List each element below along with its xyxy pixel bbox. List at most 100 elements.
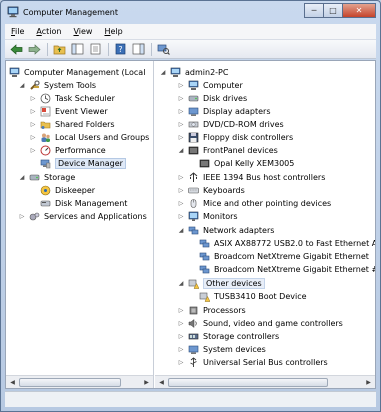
title-bar[interactable]: Computer Management ─ □ ✕ bbox=[1, 1, 380, 23]
tree-item-diskeeper[interactable]: Diskeeper bbox=[40, 184, 95, 197]
device-category-sound-video[interactable]: ▷ Sound, video and game controllers bbox=[177, 317, 343, 330]
device-category-network-adapters[interactable]: ◢ Network adapters bbox=[177, 224, 275, 237]
scroll-right-arrow[interactable]: ▶ bbox=[140, 376, 153, 389]
device-category-storage-controllers[interactable]: ▷ Storage controllers bbox=[177, 330, 280, 343]
expand-icon[interactable]: ▷ bbox=[18, 213, 26, 221]
tree-item-local-users[interactable]: ▷ Local Users and Groups bbox=[29, 131, 149, 144]
device-category-processors[interactable]: ▷ Processors bbox=[177, 304, 246, 317]
device-category-ieee1394[interactable]: ▷ IEEE 1394 Bus host controllers bbox=[177, 171, 325, 184]
help-button[interactable]: ? bbox=[113, 42, 128, 57]
device-category-other-devices[interactable]: ◢ Other devices bbox=[177, 277, 265, 290]
device-category-disk-drives[interactable]: ▷ Disk drives bbox=[177, 92, 247, 105]
properties-button[interactable] bbox=[88, 42, 103, 57]
expand-icon[interactable]: ▷ bbox=[29, 95, 37, 103]
show-action-pane-button[interactable] bbox=[131, 42, 146, 57]
expand-icon[interactable]: ▷ bbox=[177, 187, 185, 195]
tree-item-shared-folders[interactable]: ▷ Shared Folders bbox=[29, 118, 115, 131]
device-broadcom-ethernet[interactable]: Broadcom NetXtreme Gigabit Ethernet bbox=[199, 250, 369, 263]
expand-icon[interactable]: ▷ bbox=[29, 134, 37, 142]
scroll-thumb[interactable] bbox=[168, 377, 328, 387]
device-manager-icon bbox=[40, 159, 51, 169]
device-tusb3410[interactable]: TUSB3410 Boot Device bbox=[199, 290, 307, 303]
device-category-monitors[interactable]: ▷ Monitors bbox=[177, 210, 238, 223]
show-hide-tree-button[interactable] bbox=[70, 42, 85, 57]
expand-icon[interactable]: ▷ bbox=[29, 121, 37, 129]
device-asix-usb-ethernet[interactable]: ASIX AX88772 USB2.0 to Fast Ethernet Ad bbox=[199, 237, 375, 250]
tree-label: Device Manager bbox=[55, 158, 126, 169]
tree-label: Broadcom NetXtreme Gigabit Ethernet bbox=[214, 252, 369, 261]
collapse-icon[interactable]: ◢ bbox=[18, 174, 26, 182]
right-horizontal-scrollbar[interactable]: ◀ ▶ bbox=[155, 375, 375, 388]
device-category-usb[interactable]: ▷ Universal Serial Bus controllers bbox=[177, 356, 328, 369]
close-button[interactable]: ✕ bbox=[342, 3, 376, 18]
sound-icon bbox=[188, 318, 197, 329]
expand-icon[interactable]: ▷ bbox=[177, 95, 185, 103]
device-category-system-devices[interactable]: ▷ System devices bbox=[177, 343, 266, 356]
disk-drive-icon bbox=[188, 95, 199, 102]
expand-icon[interactable]: ▷ bbox=[177, 82, 185, 90]
tree-item-device-manager[interactable]: Device Manager bbox=[40, 157, 126, 170]
scroll-left-arrow[interactable]: ◀ bbox=[155, 376, 168, 389]
back-button[interactable] bbox=[9, 42, 24, 57]
menu-action[interactable]: Action bbox=[30, 27, 67, 36]
console-tree-icon bbox=[71, 43, 84, 55]
tree-item-performance[interactable]: ▷ Performance bbox=[29, 144, 106, 157]
expand-icon[interactable]: ▷ bbox=[177, 174, 185, 182]
collapse-icon[interactable]: ◢ bbox=[177, 147, 185, 155]
expand-icon[interactable]: ▷ bbox=[177, 200, 185, 208]
minimize-button[interactable]: ─ bbox=[304, 3, 324, 18]
up-folder-button[interactable] bbox=[52, 42, 67, 57]
tree-label: Universal Serial Bus controllers bbox=[203, 358, 328, 367]
expand-icon[interactable]: ▷ bbox=[177, 346, 185, 354]
collapse-icon[interactable]: ◢ bbox=[18, 82, 26, 90]
device-category-display-adapters[interactable]: ▷ Display adapters bbox=[177, 105, 271, 118]
scroll-right-arrow[interactable]: ▶ bbox=[362, 376, 375, 389]
collapse-icon[interactable]: ◢ bbox=[177, 227, 185, 235]
expand-icon[interactable]: ▷ bbox=[177, 359, 185, 367]
device-opal-kelly[interactable]: Opal Kelly XEM3005 bbox=[199, 157, 294, 170]
menu-file[interactable]: File bbox=[5, 27, 30, 36]
device-category-keyboards[interactable]: ▷ Keyboards bbox=[177, 184, 245, 197]
device-category-floppy[interactable]: ▷ Floppy disk controllers bbox=[177, 131, 293, 144]
expand-icon[interactable]: ▷ bbox=[177, 213, 185, 221]
scroll-thumb[interactable] bbox=[19, 377, 121, 387]
tree-item-task-scheduler[interactable]: ▷ Task Scheduler bbox=[29, 92, 115, 105]
tree-item-system-tools[interactable]: ◢ System Tools bbox=[18, 79, 96, 92]
forward-arrow-icon bbox=[28, 43, 41, 55]
tree-item-computer-management[interactable]: Computer Management (Local bbox=[9, 66, 145, 79]
expand-icon[interactable]: ▷ bbox=[177, 134, 185, 142]
device-category-dvd-cdrom[interactable]: ▷ DVD/CD-ROM drives bbox=[177, 118, 284, 131]
device-tree-root[interactable]: ◢ admin2-PC bbox=[159, 66, 228, 79]
expand-icon[interactable]: ▷ bbox=[29, 108, 37, 116]
scan-hardware-button[interactable] bbox=[156, 42, 171, 57]
collapse-icon[interactable]: ◢ bbox=[177, 280, 185, 288]
tree-label: ASIX AX88772 USB2.0 to Fast Ethernet Ad bbox=[214, 239, 375, 248]
tree-item-storage[interactable]: ◢ Storage bbox=[18, 171, 76, 184]
toolbar-separator bbox=[108, 42, 109, 56]
device-broadcom-ethernet-2[interactable]: Broadcom NetXtreme Gigabit Ethernet #2 bbox=[199, 263, 375, 276]
menu-view[interactable]: View bbox=[67, 27, 98, 36]
tree-label: Monitors bbox=[203, 212, 238, 221]
device-category-frontpanel[interactable]: ◢ FrontPanel devices bbox=[177, 144, 278, 157]
menu-help[interactable]: Help bbox=[98, 27, 128, 36]
collapse-icon[interactable]: ◢ bbox=[159, 69, 167, 77]
forward-button[interactable] bbox=[27, 42, 42, 57]
tree-item-services-applications[interactable]: ▷ Services and Applications bbox=[18, 210, 147, 223]
computer-management-icon bbox=[7, 6, 19, 18]
scroll-left-arrow[interactable]: ◀ bbox=[6, 376, 19, 389]
expand-icon[interactable]: ▷ bbox=[177, 333, 185, 341]
action-pane-icon bbox=[132, 43, 145, 55]
expand-icon[interactable]: ▷ bbox=[177, 108, 185, 116]
tree-label: Event Viewer bbox=[55, 107, 108, 116]
left-horizontal-scrollbar[interactable]: ◀ ▶ bbox=[6, 375, 153, 388]
device-category-mice[interactable]: ▷ Mice and other pointing devices bbox=[177, 197, 332, 210]
expand-icon[interactable]: ▷ bbox=[177, 121, 185, 129]
maximize-button[interactable]: □ bbox=[323, 3, 343, 18]
expand-icon[interactable]: ▷ bbox=[29, 147, 37, 155]
expand-icon[interactable]: ▷ bbox=[177, 320, 185, 328]
tree-item-event-viewer[interactable]: ▷ Event Viewer bbox=[29, 105, 108, 118]
device-category-computer[interactable]: ▷ Computer bbox=[177, 79, 243, 92]
event-viewer-icon bbox=[40, 106, 51, 117]
expand-icon[interactable]: ▷ bbox=[177, 307, 185, 315]
tree-item-disk-management[interactable]: Disk Management bbox=[40, 197, 127, 210]
